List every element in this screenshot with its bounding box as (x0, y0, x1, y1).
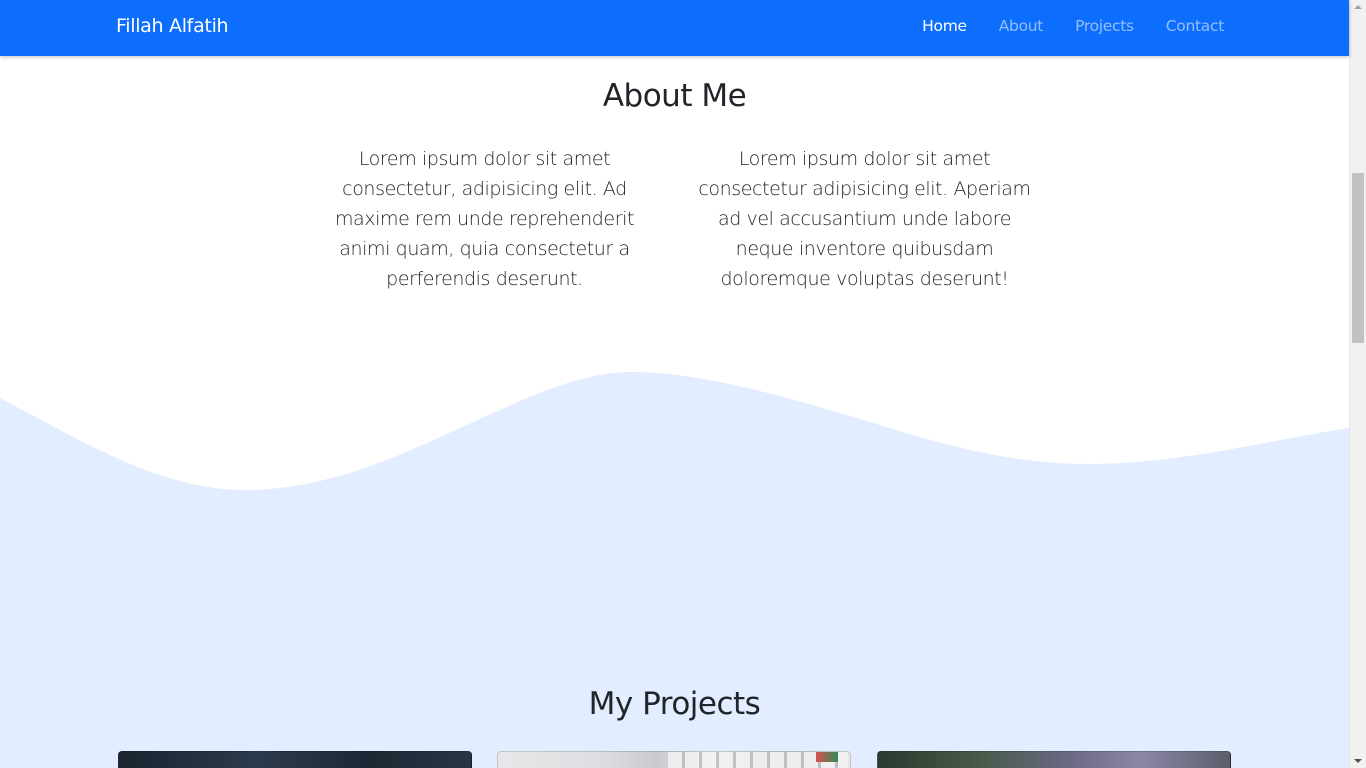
keyboard-accent (816, 752, 838, 762)
about-paragraph-right: Lorem ipsum dolor sit amet consectetur a… (698, 148, 1031, 290)
scroll-thumb[interactable] (1352, 173, 1364, 343)
nav-links: Home About Projects Contact (922, 17, 1224, 35)
project-card-1[interactable] (118, 751, 472, 768)
nav-link-home[interactable]: Home (922, 17, 967, 35)
scroll-down-icon[interactable] (1354, 759, 1362, 763)
wave-divider (0, 372, 1349, 500)
about-paragraph-left: Lorem ipsum dolor sit amet consectetur, … (334, 148, 635, 290)
scroll-up-icon[interactable] (1354, 5, 1362, 9)
nav-link-projects[interactable]: Projects (1075, 17, 1134, 35)
projects-section (0, 495, 1349, 768)
projects-title: My Projects (588, 686, 761, 722)
about-title: About Me (602, 78, 747, 114)
navbar-brand[interactable]: Fillah Alfatih (116, 15, 229, 37)
project-card-3[interactable] (877, 751, 1231, 768)
nav-link-contact[interactable]: Contact (1166, 17, 1225, 35)
project-card-2[interactable] (497, 751, 851, 768)
scrollbar[interactable] (1349, 0, 1366, 768)
nav-link-about[interactable]: About (999, 17, 1044, 35)
navbar: Fillah Alfatih Home About Projects Conta… (0, 0, 1349, 56)
